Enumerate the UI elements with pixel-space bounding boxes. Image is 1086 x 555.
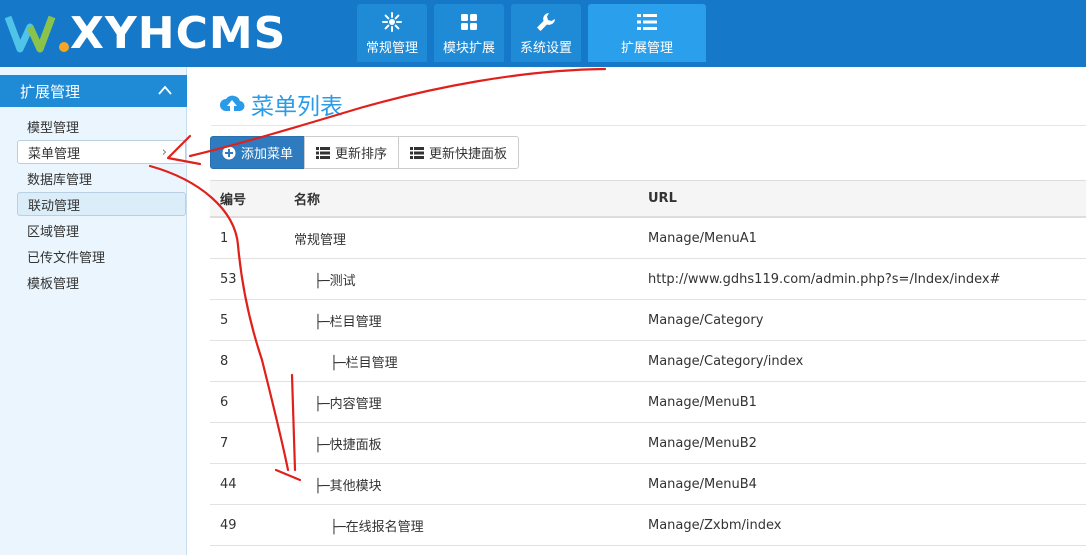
logo-icon (4, 15, 69, 53)
cell-url: Manage/MenuA1 (648, 230, 757, 246)
cell-url: Manage/MenuB1 (648, 394, 757, 410)
grid-icon (461, 13, 477, 30)
cell-id: 53 (220, 271, 237, 287)
sidebar: 扩展管理 模型管理 菜单管理 › 数据库管理 联动管理 区域管理 已传文件管理 … (0, 67, 187, 555)
column-header-name: 名称 (294, 193, 321, 208)
nav-item-label: 扩展管理 (620, 40, 673, 56)
cloud-upload-icon (220, 95, 245, 112)
table-header: 编号 名称 URL (210, 180, 1086, 218)
top-header: XYHCMS 常规管理 模块扩展 系统设置 扩展管理 (0, 0, 1086, 67)
nav-item-label: 模块扩展 (442, 40, 495, 56)
sidebar-header-label: 扩展管理 (20, 82, 81, 101)
cell-url: Manage/MenuB2 (648, 435, 757, 451)
nav-item-label: 系统设置 (519, 40, 572, 56)
nav-item-system[interactable]: 系统设置 (511, 4, 581, 62)
cell-url: http://www.gdhs119.com/admin.php?s=/Inde… (648, 271, 1001, 287)
table-row[interactable]: 53 ├─测试 http://www.gdhs119.com/admin.php… (210, 259, 1086, 300)
sidebar-item-linkage[interactable]: 联动管理 (17, 192, 186, 216)
update-quick-panel-button[interactable]: 更新快捷面板 (398, 136, 520, 169)
cell-name: ├─在线报名管理 (330, 519, 424, 535)
cell-url: Manage/MenuB4 (648, 476, 757, 492)
nav-item-modules[interactable]: 模块扩展 (434, 4, 504, 62)
sidebar-item-menu[interactable]: 菜单管理 › (17, 140, 186, 164)
chevron-right-icon: › (161, 145, 167, 160)
sidebar-item-database[interactable]: 数据库管理 (0, 165, 187, 191)
sidebar-menu: 模型管理 菜单管理 › 数据库管理 联动管理 区域管理 已传文件管理 模板管理 (0, 113, 187, 295)
divider (211, 125, 1086, 126)
update-sort-label: 更新排序 (335, 147, 388, 162)
table-row[interactable]: 8 ├─栏目管理 Manage/Category/index (210, 341, 1086, 382)
sidebar-item-label: 模型管理 (27, 120, 80, 136)
sidebar-item-template[interactable]: 模板管理 (0, 269, 187, 295)
top-nav: 常规管理 模块扩展 系统设置 扩展管理 (357, 4, 713, 62)
sidebar-item-label: 菜单管理 (28, 146, 81, 162)
table-row[interactable]: 1 常规管理 Manage/MenuA1 (210, 218, 1086, 259)
plus-circle-icon (222, 146, 236, 159)
cell-id: 7 (220, 435, 229, 451)
add-menu-label: 添加菜单 (241, 147, 294, 162)
logo-text: XYHCMS (70, 7, 287, 59)
wrench-icon (537, 12, 555, 31)
cell-name: ├─内容管理 (314, 396, 382, 412)
sidebar-item-label: 已传文件管理 (27, 250, 106, 266)
nav-item-label: 常规管理 (365, 40, 418, 56)
cell-id: 49 (220, 517, 237, 533)
sidebar-item-region[interactable]: 区域管理 (0, 217, 187, 243)
table-row[interactable]: 5 ├─栏目管理 Manage/Category (210, 300, 1086, 341)
page-title-text: 菜单列表 (251, 94, 343, 120)
cell-name: ├─栏目管理 (330, 355, 398, 371)
cell-name: ├─测试 (314, 273, 356, 289)
table-row[interactable]: 44 ├─其他模块 Manage/MenuB4 (210, 464, 1086, 505)
list-icon (316, 146, 331, 159)
sidebar-header[interactable]: 扩展管理 (0, 75, 187, 107)
logo[interactable]: XYHCMS (4, 6, 354, 60)
chevron-up-icon[interactable] (157, 84, 173, 96)
update-sort-button[interactable]: 更新排序 (304, 136, 400, 169)
nav-item-extensions[interactable]: 扩展管理 (588, 4, 706, 62)
page-title: 菜单列表 (219, 87, 343, 121)
cell-name: ├─快捷面板 (314, 437, 382, 453)
sidebar-item-label: 区域管理 (27, 224, 80, 240)
sidebar-item-model[interactable]: 模型管理 (0, 113, 187, 139)
cell-name: ├─其他模块 (314, 478, 382, 494)
cell-url: Manage/Category/index (648, 353, 804, 369)
table-row[interactable]: 49 ├─在线报名管理 Manage/Zxbm/index (210, 505, 1086, 546)
sidebar-item-uploads[interactable]: 已传文件管理 (0, 243, 187, 269)
list-icon (410, 146, 425, 159)
list-icon (637, 13, 657, 30)
menu-table: 编号 名称 URL 1 常规管理 Manage/MenuA1 53 ├─测试 h… (210, 180, 1086, 546)
cell-id: 8 (220, 353, 229, 369)
cell-id: 44 (220, 476, 237, 492)
cell-url: Manage/Zxbm/index (648, 517, 782, 533)
sidebar-item-label: 模板管理 (27, 276, 80, 292)
cell-id: 6 (220, 394, 229, 410)
cell-id: 1 (220, 230, 229, 246)
cell-url: Manage/Category (648, 312, 764, 328)
nav-item-routine[interactable]: 常规管理 (357, 4, 427, 62)
update-quick-panel-label: 更新快捷面板 (429, 147, 508, 162)
table-row[interactable]: 7 ├─快捷面板 Manage/MenuB2 (210, 423, 1086, 464)
cell-name: ├─栏目管理 (314, 314, 382, 330)
main-content: 菜单列表 添加菜单 更新排序 更新快捷面板 编号 名称 URL 1 常规管理 M… (187, 67, 1086, 555)
cell-id: 5 (220, 312, 229, 328)
column-header-url: URL (648, 191, 677, 206)
toolbar: 添加菜单 更新排序 更新快捷面板 (210, 136, 520, 169)
cell-name: 常规管理 (294, 232, 347, 248)
table-row[interactable]: 6 ├─内容管理 Manage/MenuB1 (210, 382, 1086, 423)
sidebar-item-label: 数据库管理 (27, 172, 93, 188)
gear-icon (382, 11, 402, 32)
add-menu-button[interactable]: 添加菜单 (210, 136, 306, 169)
sidebar-item-label: 联动管理 (28, 198, 81, 214)
column-header-id: 编号 (220, 193, 247, 208)
